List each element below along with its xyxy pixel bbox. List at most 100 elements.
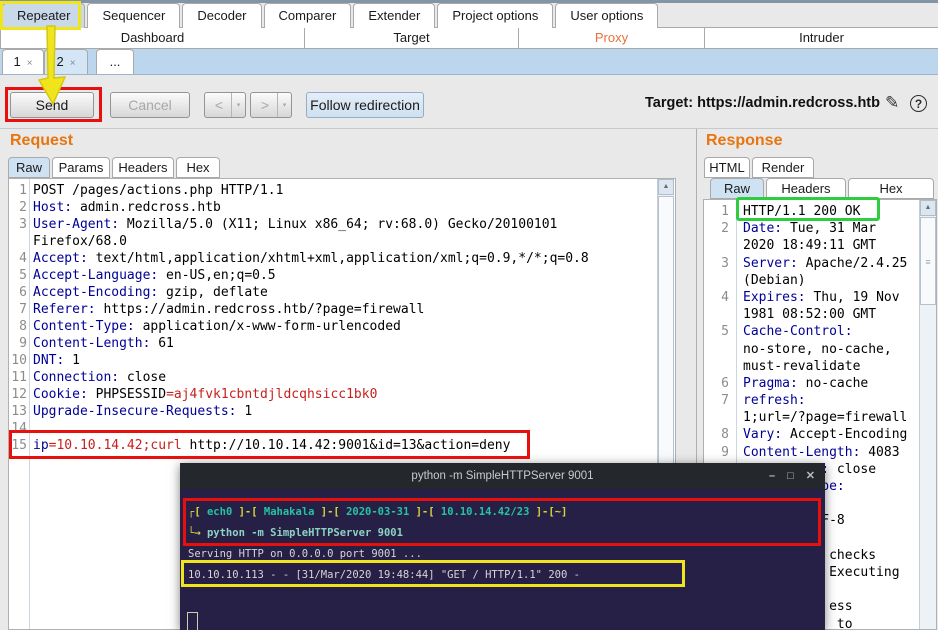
close-icon[interactable]: × [70,58,76,69]
code-line: 11Connection: close [10,369,675,386]
target-line: Target: https://admin.redcross.htb [645,95,880,111]
code-line: 3User-Agent: Mozilla/5.0 (X11; Linux x86… [10,216,675,233]
code-line: 4Expires: Thu, 19 Nov [705,289,936,306]
request-raw-text: 1POST /pages/actions.php HTTP/1.12Host: … [10,182,675,454]
next-dropdown-icon[interactable]: ▾ [277,93,291,117]
request-tab-headers[interactable]: Headers [112,157,174,178]
next-request-button[interactable]: > ▾ [250,92,292,118]
code-line: 2020 18:49:11 GMT [705,237,936,254]
line-number: 10 [10,352,27,369]
line-number: 13 [10,403,27,420]
line-number: 6 [705,375,729,392]
terminal-body[interactable]: ┌[ ech0 ]-[ Mahakala ]-[ 2020-03-31 ]-[ … [180,489,825,630]
tab-comparer[interactable]: Comparer [264,3,352,28]
main-tab-row: Repeater Sequencer Decoder Comparer Exte… [2,3,658,28]
line-number: 8 [705,426,729,443]
repeater-tab-more-label: ... [110,54,121,69]
scroll-up-icon[interactable]: ▲ [658,179,674,195]
tab-user-options[interactable]: User options [555,3,658,28]
send-button[interactable]: Send [10,92,94,118]
response-tab-hex[interactable]: Hex [848,178,934,199]
line-number: 11 [10,369,27,386]
terminal-window[interactable]: python -m SimpleHTTPServer 9001 – □ ✕ ┌[… [180,463,825,630]
follow-redirection-button[interactable]: Follow redirection [306,92,424,118]
target-label: Target: [645,95,693,111]
terminal-window-buttons: – □ ✕ [769,463,815,489]
request-tab-hex[interactable]: Hex [176,157,220,178]
repeater-tab-more[interactable]: ... [96,49,134,74]
line-number: 2 [705,220,729,237]
code-line: Serving HTTP on 0.0.0.0 port 9001 ... [188,544,580,565]
tab-intruder[interactable]: Intruder [704,27,938,49]
code-line: 12Cookie: PHPSESSID=aj4fvk1cbntdjldcqhsi… [10,386,675,403]
response-scrollbar-thumb[interactable]: ≡ [920,217,936,305]
prev-arrow-icon: < [215,97,223,113]
target-url: https://admin.redcross.htb [697,95,880,111]
code-line: Firefox/68.0 [10,233,675,250]
code-line: 1POST /pages/actions.php HTTP/1.1 [10,182,675,199]
request-heading: Request [10,132,73,150]
minimize-icon[interactable]: – [769,463,775,489]
repeater-tab-1-label: 1 [13,54,20,69]
repeater-tab-1[interactable]: 1× [2,49,44,74]
prev-dropdown-icon[interactable]: ▾ [231,93,245,117]
line-number: 5 [10,267,27,284]
line-number: 7 [10,301,27,318]
line-number: 1 [705,203,729,220]
line-number [10,233,27,250]
edit-target-icon[interactable]: ✎ [885,93,899,113]
line-number [705,409,729,426]
code-line: 2Host: admin.redcross.htb [10,199,675,216]
line-number: 4 [705,289,729,306]
line-number [705,272,729,289]
tab-target[interactable]: Target [304,27,519,49]
scroll-up-icon[interactable]: ▲ [920,200,936,216]
code-line: 2Date: Tue, 31 Mar [705,220,936,237]
code-line: 15ip=10.10.14.42;curl http://10.10.14.42… [10,437,675,454]
code-line: 8Vary: Accept-Encoding [705,426,936,443]
repeater-tab-2[interactable]: 2× [44,49,88,74]
response-scrollbar[interactable]: ▲ ≡ [919,200,936,629]
line-number: 9 [10,335,27,352]
tab-dashboard[interactable]: Dashboard [0,27,305,49]
line-number [705,358,729,375]
terminal-title-bar[interactable]: python -m SimpleHTTPServer 9001 [180,463,825,489]
response-tab-render[interactable]: Render [752,157,814,178]
response-heading: Response [706,132,782,150]
help-icon[interactable]: ? [910,95,927,112]
line-number: 4 [10,250,27,267]
line-number [705,341,729,358]
terminal-output: ┌[ ech0 ]-[ Mahakala ]-[ 2020-03-31 ]-[ … [188,502,580,586]
code-line: 10.10.10.113 - - [31/Mar/2020 19:48:44] … [188,565,580,586]
cancel-button[interactable]: Cancel [110,92,190,118]
tab-extender[interactable]: Extender [353,3,435,28]
next-arrow-icon: > [261,97,269,113]
line-number: 3 [705,255,729,272]
maximize-icon[interactable]: □ [787,463,794,489]
prev-request-button[interactable]: < ▾ [204,92,246,118]
request-tab-params[interactable]: Params [52,157,110,178]
close-icon[interactable]: × [27,58,33,69]
terminal-cursor [187,612,198,630]
tab-sequencer[interactable]: Sequencer [87,3,180,28]
code-line: 1981 08:52:00 GMT [705,306,936,323]
response-tab-headers[interactable]: Headers [766,178,846,199]
line-number: 5 [705,323,729,340]
burp-suite-window: Repeater Sequencer Decoder Comparer Exte… [0,0,938,630]
line-number [705,306,729,323]
line-number: 6 [10,284,27,301]
tab-proxy[interactable]: Proxy [518,27,705,49]
response-tab-html[interactable]: HTML [704,157,750,178]
response-tab-raw[interactable]: Raw [710,178,764,199]
tab-repeater[interactable]: Repeater [2,3,85,28]
tab-project-options[interactable]: Project options [437,3,553,28]
code-line: 1;url=/?page=firewall [705,409,936,426]
line-number: 7 [705,392,729,409]
code-line: 5Accept-Language: en-US,en;q=0.5 [10,267,675,284]
repeater-tab-2-label: 2 [56,54,63,69]
tab-decoder[interactable]: Decoder [182,3,261,28]
code-line: 1HTTP/1.1 200 OK [705,203,936,220]
close-icon[interactable]: ✕ [806,463,815,489]
request-tab-raw[interactable]: Raw [8,157,50,178]
code-line: 6Pragma: no-cache [705,375,936,392]
